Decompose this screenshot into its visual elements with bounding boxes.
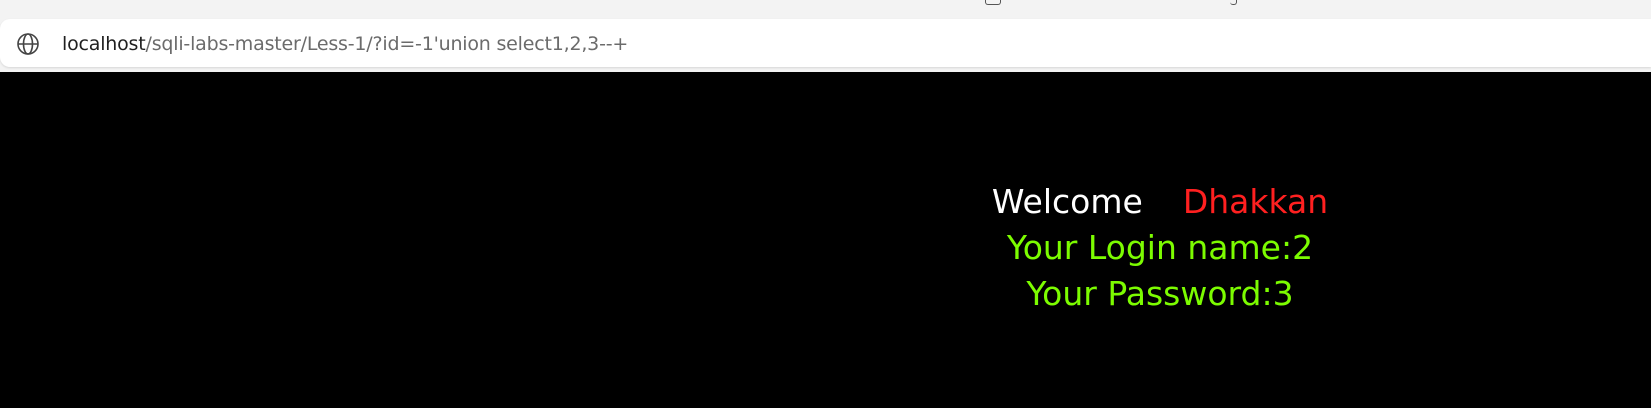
welcome-line: Welcome Dhakkan (890, 180, 1430, 224)
address-bar[interactable]: localhost/sqli-labs-master/Less-1/?id=-1… (0, 19, 1651, 67)
page-content: Welcome Dhakkan Your Login name:2 Your Pa… (0, 72, 1651, 408)
welcome-label: Welcome (991, 182, 1143, 221)
browser-chrome: localhost/sqli-labs-master/Less-1/?id=-1… (0, 0, 1651, 74)
login-name-result: Your Login name:2 (1006, 228, 1314, 267)
url-path: /sqli-labs-master/Less-1/?id=-1'union se… (145, 33, 629, 55)
url-host: localhost (62, 33, 146, 55)
tab-strip (0, 0, 1651, 14)
globe-icon[interactable] (15, 31, 41, 57)
password-result: Your Password:3 (1026, 274, 1294, 313)
url-text[interactable]: localhost/sqli-labs-master/Less-1/?id=-1… (62, 31, 628, 57)
tab-icon[interactable] (985, 0, 1001, 5)
username: Dhakkan (1182, 182, 1329, 221)
tab-icon[interactable] (1230, 0, 1237, 5)
